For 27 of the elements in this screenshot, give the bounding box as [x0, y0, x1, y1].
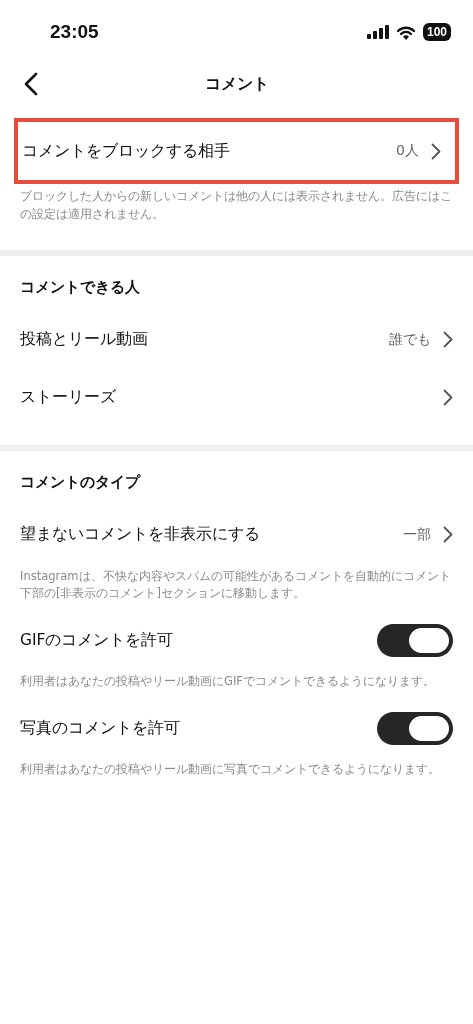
signal-icon [366, 25, 389, 39]
section-heading: コメントできる人 [19, 276, 141, 298]
status-time: 23:05 [50, 21, 99, 43]
highlighted-settings-row[interactable]: コメントをブロックする相手 0人 [14, 118, 459, 184]
back-icon[interactable] [24, 72, 38, 96]
battery-level: 100 [422, 23, 451, 41]
chevron-right-icon [443, 331, 453, 349]
chevron-right-icon [443, 389, 453, 407]
setting-value: 誰でも [389, 330, 431, 349]
settings-row[interactable]: 望まないコメントを非表示にする 一部 [0, 505, 473, 564]
chevron-right-icon [431, 142, 441, 160]
section-heading: コメントのタイプ [19, 471, 142, 493]
setting-value: 0人 [396, 142, 419, 160]
page-title: コメント [204, 73, 269, 95]
chevron-right-icon [443, 526, 453, 544]
toggle-switch[interactable] [377, 623, 453, 657]
settings-row[interactable]: GIFのコメントを許可 [0, 611, 473, 670]
setting-description: 利用者はあなたの投稿やリール動画にGIFでコメントできるようになります。 [19, 673, 436, 691]
wifi-icon [395, 24, 416, 40]
setting-description: ブロックした人からの新しいコメントは他の人には表示されません。広告にはこの設定は適用されません。 [19, 188, 453, 223]
setting-description: Instagramは、不快な内容やスパムの可能性があるコメントを自動的にコメント下部の[非表示のコメント]セクションに移動します。 [19, 567, 452, 603]
settings-row[interactable]: 写真のコメントを許可 [0, 699, 473, 758]
toggle-switch[interactable] [377, 711, 453, 745]
settings-row[interactable]: ストーリーズ [0, 368, 473, 427]
setting-value: 一部 [403, 525, 431, 544]
setting-description: 利用者はあなたの投稿やリール動画に写真でコメントできるようになります。 [19, 761, 441, 779]
settings-row[interactable]: 投稿とリール動画 誰でも [0, 310, 473, 369]
